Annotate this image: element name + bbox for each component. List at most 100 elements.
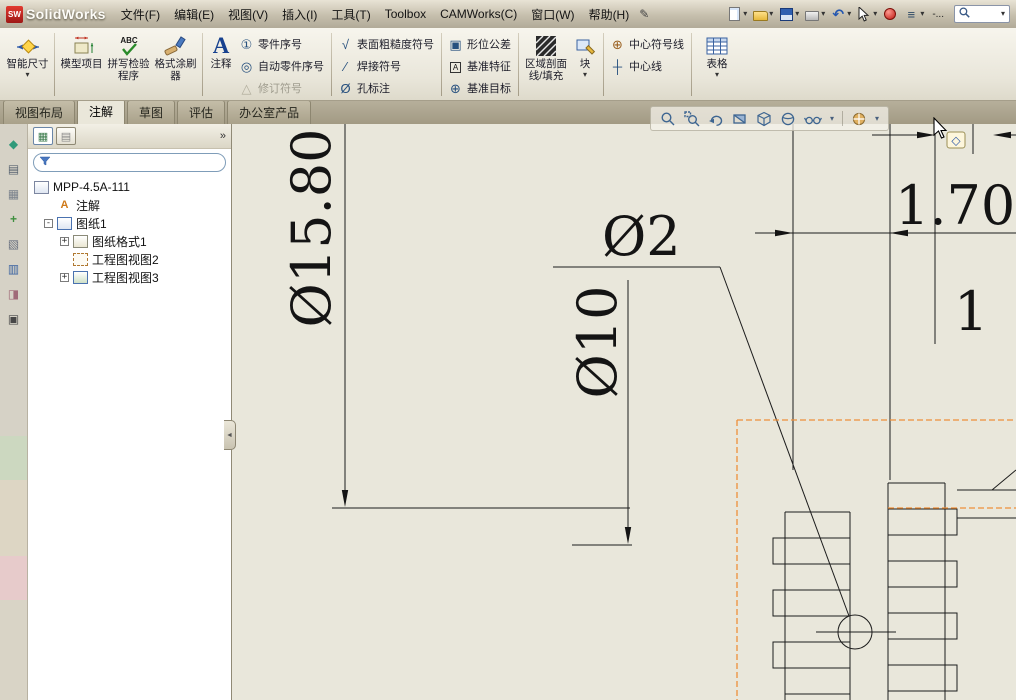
chevron-down-icon[interactable]: ▾ (875, 114, 879, 123)
expand-toggle[interactable]: + (60, 236, 69, 246)
toolbar-icon-8[interactable]: ▣ (5, 311, 22, 328)
weld-symbol-button[interactable]: ∕ 焊接符号 (337, 55, 434, 77)
model-items-button[interactable]: 模型项目 (58, 30, 105, 99)
tab-annotation[interactable]: 注解 (77, 99, 126, 124)
note-label: 注释 (210, 58, 232, 70)
open-button[interactable]: ▾ (751, 5, 774, 23)
toolbar-icon-5[interactable]: ▧ (5, 236, 22, 253)
chevron-down-icon[interactable]: ▾ (795, 10, 799, 18)
tree-root[interactable]: MPP-4.5A-111 (28, 178, 231, 196)
centerline-button[interactable]: ┼ 中心线 (609, 55, 684, 77)
spell-checker-button[interactable]: ABC 拼写检验程序 (105, 30, 152, 99)
undo-button[interactable]: ↶ ▾ (829, 5, 852, 23)
chevron-down-icon[interactable]: ▾ (821, 10, 825, 18)
menu-help[interactable]: 帮助(H) (582, 1, 637, 28)
zoom-fit-icon[interactable] (660, 111, 676, 127)
tree-item-label: 图纸格式1 (92, 234, 147, 249)
dimension-diameter-15-80[interactable]: Ø15.80 (280, 129, 343, 328)
command-manager-ribbon: 智能尺寸 ▾ 模型项目 ABC 拼写检验程序 格式涂刷器 A 注释 ① 零件序号… (0, 28, 1016, 101)
datum-target-button[interactable]: ⊕ 基准目标 (447, 77, 511, 99)
drawing-graphics-area[interactable]: Ø15.80 Ø2 Ø10 1.70 1 (232, 124, 1016, 700)
menu-file[interactable]: 文件(F) (114, 1, 167, 28)
tree-item-sheet1[interactable]: - 图纸1 (28, 214, 231, 232)
tree-filter-input[interactable] (33, 153, 226, 172)
tree-item-annotations[interactable]: A 注解 (28, 196, 231, 214)
toolbar-icon-7[interactable]: ◨ (5, 286, 22, 303)
collapse-toggle[interactable]: - (44, 218, 53, 228)
tree-item-drawing-view3[interactable]: + 工程图视图3 (28, 268, 231, 286)
select-pointer-icon (856, 6, 872, 22)
select-button[interactable]: ▾ (855, 5, 878, 23)
menu-window[interactable]: 窗口(W) (524, 1, 581, 28)
toolbar-icon-3[interactable]: ▦ (5, 186, 22, 203)
toolbar-icon-2[interactable]: ▤ (5, 161, 22, 178)
panel-more-button[interactable]: » (220, 130, 226, 142)
tab-sketch[interactable]: 草图 (127, 100, 176, 124)
tab-office-products[interactable]: 办公室产品 (227, 100, 312, 124)
chevron-down-icon[interactable]: ▾ (25, 70, 29, 79)
panel-collapse-handle[interactable]: ◄ (224, 420, 236, 450)
appearance-button[interactable] (881, 5, 899, 23)
display-style-icon[interactable] (780, 111, 796, 127)
hole-callout-button[interactable]: Ø 孔标注 (337, 77, 434, 99)
area-hatch-button[interactable]: 区域剖面线/填充 (522, 30, 570, 99)
tab-evaluate[interactable]: 评估 (177, 100, 226, 124)
surface-finish-icon: √ (341, 36, 350, 52)
menu-tools[interactable]: 工具(T) (324, 1, 377, 28)
feature-manager-tab-icon[interactable]: ▦ (33, 127, 53, 145)
chevron-down-icon[interactable]: ▾ (873, 10, 877, 18)
menu-view[interactable]: 视图(V) (221, 1, 275, 28)
chevron-down-icon[interactable]: ▾ (583, 70, 587, 79)
ribbon-separator (691, 33, 692, 96)
save-button[interactable]: ▾ (777, 5, 800, 23)
drawing-canvas[interactable]: Ø15.80 Ø2 Ø10 1.70 1 (232, 124, 1016, 700)
note-button[interactable]: A 注释 (206, 30, 236, 99)
chevron-down-icon[interactable]: ▾ (769, 10, 773, 18)
hide-show-items-icon[interactable] (804, 111, 822, 127)
sheet-icon (57, 216, 72, 230)
search-input[interactable]: ▾ (954, 5, 1010, 23)
smart-dimension-button[interactable]: 智能尺寸 ▾ (4, 30, 51, 99)
view-settings-button[interactable]: ≡ ▾ (902, 5, 925, 23)
dimension-diameter-10[interactable]: Ø10 (566, 286, 629, 399)
menu-edit[interactable]: 编辑(E) (167, 1, 221, 28)
tab-view-layout[interactable]: 视图布局 (3, 100, 76, 124)
tables-button[interactable]: 表格 ▾ (695, 30, 739, 99)
menu-camworks[interactable]: CAMWorks(C) (433, 2, 524, 26)
center-mark-button[interactable]: ⊕ 中心符号线 (609, 33, 684, 55)
menu-insert[interactable]: 插入(I) (275, 1, 324, 28)
chevron-down-icon[interactable]: ▾ (847, 10, 851, 18)
dimension-partial-1[interactable]: 1 (954, 280, 988, 343)
auto-balloon-button[interactable]: ◎ 自动零件序号 (238, 55, 324, 77)
edit-appearance-icon[interactable] (851, 111, 867, 127)
view-orientation-icon[interactable] (756, 111, 772, 127)
dimension-diameter-2[interactable]: Ø2 (602, 205, 681, 268)
property-manager-tab-icon[interactable]: ▤ (56, 127, 76, 145)
chevron-down-icon[interactable]: ▾ (1001, 10, 1005, 18)
geometric-tolerance-button[interactable]: ▣ 形位公差 (447, 33, 511, 55)
chevron-down-icon[interactable]: ▾ (715, 70, 719, 79)
surface-finish-button[interactable]: √ 表面粗糙度符号 (337, 33, 434, 55)
dimension-1-70[interactable]: 1.70 (895, 174, 1015, 237)
section-view-icon[interactable] (732, 111, 748, 127)
toolbar-icon-1[interactable]: ◆ (5, 136, 22, 153)
block-button[interactable]: 块 ▾ (570, 30, 600, 99)
toolbar-icon-4[interactable]: + (5, 211, 22, 228)
expand-toggle[interactable]: + (60, 272, 69, 282)
previous-view-icon[interactable] (708, 111, 724, 127)
tree-item-sheet-format1[interactable]: + 图纸格式1 (28, 232, 231, 250)
chevron-down-icon[interactable]: ▾ (920, 10, 924, 18)
datum-feature-button[interactable]: A 基准特征 (447, 55, 511, 77)
balloon-button[interactable]: ① 零件序号 (238, 33, 324, 55)
tree-item-label: 工程图视图3 (92, 270, 159, 285)
new-document-button[interactable]: ▾ (725, 5, 748, 23)
toolbar-overflow-button[interactable]: -... (928, 9, 948, 20)
menu-toolbox[interactable]: Toolbox (378, 2, 433, 26)
toolbar-icon-6[interactable]: ▥ (5, 261, 22, 278)
chevron-down-icon[interactable]: ▾ (830, 114, 834, 123)
chevron-down-icon[interactable]: ▾ (743, 10, 747, 18)
format-painter-button[interactable]: 格式涂刷器 (152, 30, 199, 99)
tree-item-drawing-view2[interactable]: 工程图视图2 (28, 250, 231, 268)
print-button[interactable]: ▾ (803, 5, 826, 23)
zoom-area-icon[interactable] (684, 110, 700, 127)
